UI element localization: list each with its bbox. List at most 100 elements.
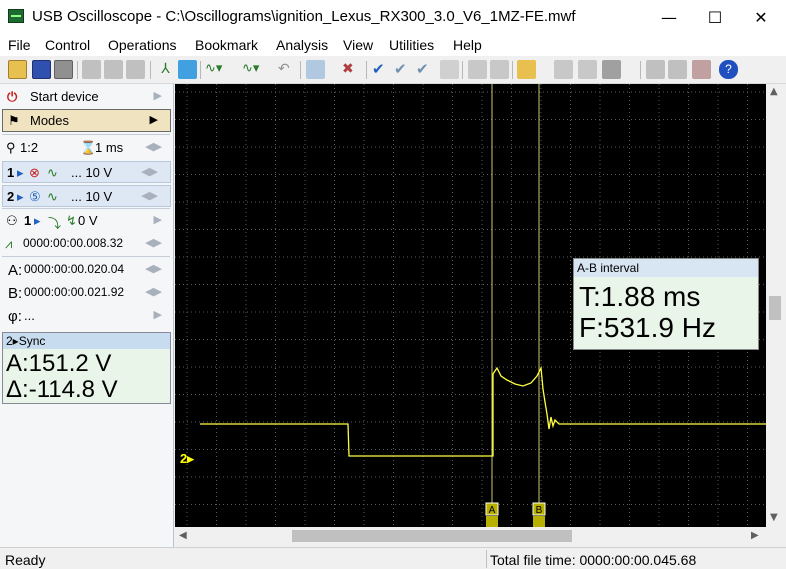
cursor-a-row[interactable]: A: 0000:00:00.020.04 ◀▶ [0,259,174,281]
undo-icon[interactable]: ↶ [278,60,297,79]
scroll-up-icon[interactable]: ▲ [770,86,778,97]
paste-icon[interactable] [104,60,123,79]
image-icon[interactable] [646,60,665,79]
status-total-time: Total file time: 0000:00:00.045.68 [490,552,697,568]
chevron-right-icon: ▶ [153,309,162,321]
ch2-volts: ... 10 V [71,189,113,204]
control-panel: ⏻ Start device ▶ ⚑ Modes ▶ ⚲ 1:2 ⌛ 1 ms … [0,84,174,547]
ch1-label: 1 [7,165,15,180]
ab-period: T:1.88 ms [579,281,701,312]
step-forward-icon[interactable] [554,60,573,79]
start-device-row[interactable]: ⏻ Start device ▶ [0,86,174,108]
stepper-icon[interactable]: ◀▶ [141,189,158,202]
phase-row[interactable]: φ: ... ▶ [0,305,174,327]
fit-icon[interactable] [490,60,509,79]
stepper-icon[interactable]: ◀▶ [145,140,162,153]
cursor-b-row[interactable]: B: 0000:00:00.021.92 ◀▶ [0,282,174,304]
stepper-icon[interactable]: ◀▶ [145,285,162,298]
menu-control[interactable]: Control [45,37,90,53]
delete-icon[interactable]: ✖ [342,60,361,79]
trigger-arrow-icon: ▸ [34,213,41,228]
vertical-scrollbar[interactable]: ▲ ▼ [766,84,784,527]
menu-bookmark[interactable]: Bookmark [195,37,258,53]
oscilloscope-window: USB Oscilloscope - C:\Oscillograms\ignit… [0,0,786,569]
trigger-row[interactable]: ⚇ 1 ▸ ⤵ ↯ 0 V ▶ [0,210,174,232]
ch1-coupling-icon: ∿ [47,165,58,180]
signal-filter-icon[interactable]: ∿▾ [205,60,224,79]
chevron-right-icon: ▶ [149,114,158,126]
sync-readout: 2▸Sync A:151.2 V Δ:-114.8 V [2,332,171,404]
chevron-right-icon: ▶ [153,90,162,102]
check-icon[interactable]: ✔ [372,60,391,79]
copy-icon[interactable] [82,60,101,79]
ab-interval-header: A-B interval [574,259,758,277]
open-marked-icon[interactable] [517,60,536,79]
trigger-edge-icon: ⤵ [48,216,62,231]
status-bar: Ready Total file time: 0000:00:00.045.68 [0,547,786,569]
vertical-scroll-thumb[interactable] [769,296,781,320]
check-down-icon[interactable]: ✔ [394,60,413,79]
signal-math-icon[interactable]: ∿▾ [242,60,261,79]
ch1-volts: ... 10 V [71,165,113,180]
trigger-channel: 1 [24,213,32,228]
stepper-icon[interactable]: ◀▶ [141,165,158,178]
zoom-value: 1:2 [20,140,39,155]
step-end-icon[interactable] [578,60,597,79]
scroll-down-icon[interactable]: ▼ [770,512,778,523]
menu-file[interactable]: File [8,37,31,53]
minimize-button[interactable]: — [646,0,692,34]
scroll-left-icon[interactable]: ◀ [179,530,187,541]
check-all-icon[interactable]: ✔ [416,60,435,79]
print-preview-icon[interactable] [668,60,687,79]
cursor-b-tag-stub [533,516,545,527]
print-icon[interactable] [54,60,73,79]
marker-icon[interactable] [178,60,197,79]
trigger-icon[interactable]: ⅄ [156,60,175,79]
modes-button[interactable]: ⚑ Modes ▶ [2,109,171,132]
help-icon[interactable]: ? [719,60,738,79]
zoom-timebase-row[interactable]: ⚲ 1:2 ⌛ 1 ms ◀▶ [0,137,174,159]
menu-analysis[interactable]: Analysis [276,37,328,53]
save-icon[interactable] [32,60,51,79]
scroll-right-icon[interactable]: ▶ [751,530,759,541]
cursor-b-time: 0000:00:00.021.92 [24,285,125,299]
cursor-b-label: B: [8,285,23,302]
timebase-value: 1 ms [95,140,124,155]
menu-operations[interactable]: Operations [108,37,176,53]
cursor-a-time: 0000:00:00.020.04 [24,262,125,276]
app-icon [8,9,24,23]
ab-frequency: F:531.9 Hz [579,312,716,343]
channel-2-row[interactable]: 2 ▸ ⑤ ∿ ... 10 V ◀▶ [2,185,171,207]
stepper-icon[interactable]: ◀▶ [145,236,162,249]
horizontal-scroll-thumb[interactable] [292,530,572,542]
channel-2-marker[interactable]: 2▸ [180,451,194,467]
horizontal-scrollbar[interactable]: ◀ ▶ [175,527,766,545]
menu-help[interactable]: Help [453,37,482,53]
channel-1-row[interactable]: 1 ▸ ⊗ ∿ ... 10 V ◀▶ [2,161,171,183]
keyboard-icon[interactable] [602,60,621,79]
trigger-icon: ⚇ [6,213,18,228]
export-icon[interactable] [126,60,145,79]
menu-view[interactable]: View [343,37,373,53]
ab-interval-readout: A-B interval T:1.88 ms F:531.9 Hz [573,258,759,350]
ch1-off-icon: ⊗ [29,165,40,180]
notes-icon[interactable] [440,60,459,79]
trigger-level-icon: ↯ [66,213,77,228]
close-button[interactable]: ✕ [738,0,784,34]
maximize-button[interactable]: ☐ [692,0,738,34]
phase-label: φ: [8,308,22,325]
chevron-right-icon: ▶ [153,214,162,226]
title-bar: USB Oscilloscope - C:\Oscillograms\ignit… [0,0,786,34]
window-title: USB Oscilloscope - C:\Oscillograms\ignit… [32,8,576,25]
ch2-label: 2 [7,189,15,204]
menu-utilities[interactable]: Utilities [389,37,434,53]
close-doc-icon[interactable] [692,60,711,79]
trigger-time-row[interactable]: ⩘ 0000:00:00.008.32 ◀▶ [0,233,174,255]
open-file-icon[interactable] [8,60,27,79]
grid-icon[interactable] [468,60,487,79]
ch2-coupling-icon: ∿ [47,189,58,204]
cursor-a-tag-stub [486,516,498,527]
stepper-icon[interactable]: ◀▶ [145,262,162,275]
zoom-icon: ⚲ [6,140,16,155]
zoom-window-icon[interactable] [306,60,325,79]
